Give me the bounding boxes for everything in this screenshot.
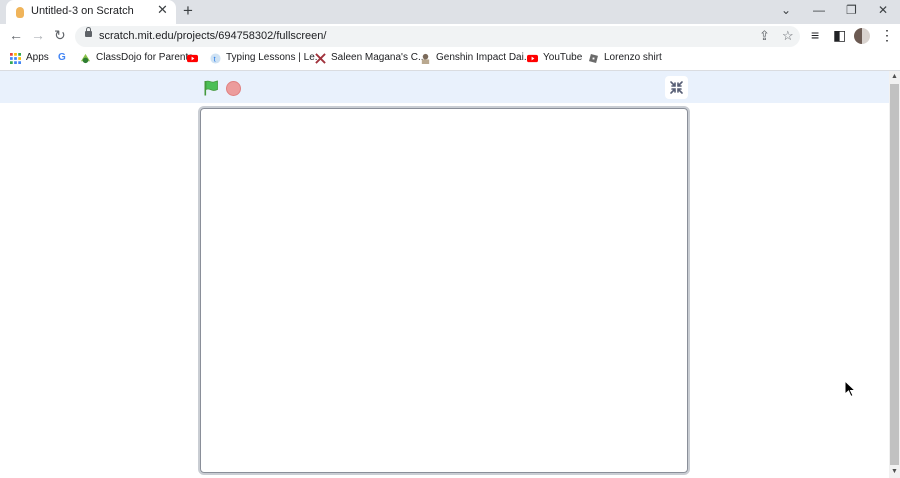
- typing-icon: t: [210, 53, 221, 64]
- bookmarks-bar: Apps G ClassDojo for Parents t Typing Le…: [0, 49, 900, 71]
- browser-tab[interactable]: Untitled-3 on Scratch ✕: [6, 0, 176, 24]
- bookmark-star-icon[interactable]: ☆: [782, 28, 794, 44]
- apps-grid-icon: [10, 53, 21, 64]
- mouse-cursor-icon: [844, 380, 857, 398]
- back-button[interactable]: ←: [9, 27, 23, 43]
- share-icon[interactable]: ⇪: [759, 28, 770, 44]
- bookmark-apps[interactable]: Apps: [26, 52, 49, 63]
- bookmark-saleen[interactable]: Saleen Magana's C...: [331, 52, 426, 63]
- genshin-icon: [421, 53, 430, 64]
- tab-close-icon[interactable]: ✕: [157, 2, 168, 18]
- forward-button[interactable]: →: [31, 27, 45, 43]
- svg-text:t: t: [214, 54, 216, 63]
- page-scrollbar[interactable]: ▲ ▼: [889, 71, 900, 478]
- scroll-up-icon[interactable]: ▲: [891, 73, 898, 80]
- browser-toolbar: ← → ↻ scratch.mit.edu/projects/694758302…: [0, 24, 900, 49]
- exit-fullscreen-button[interactable]: [665, 76, 688, 99]
- bookmark-classdojo[interactable]: ClassDojo for Parents: [96, 52, 193, 63]
- stage-header: [0, 71, 889, 103]
- google-icon[interactable]: G: [58, 52, 66, 63]
- restore-button[interactable]: ❐: [846, 3, 857, 17]
- bookmark-genshin[interactable]: Genshin Impact Dai...: [436, 52, 532, 63]
- side-panel-icon[interactable]: ◧: [833, 27, 846, 44]
- stage-canvas[interactable]: [200, 108, 688, 473]
- bookmark-youtube[interactable]: YouTube: [543, 52, 582, 63]
- minimize-button[interactable]: —: [813, 3, 825, 17]
- exit-fullscreen-icon: [670, 81, 683, 94]
- bookmark-typing-lessons[interactable]: Typing Lessons | Le...: [226, 52, 323, 63]
- youtube-icon[interactable]: [187, 53, 198, 64]
- profile-avatar[interactable]: [854, 28, 870, 44]
- reload-button[interactable]: ↻: [54, 27, 66, 44]
- tab-search-icon[interactable]: ⌄: [781, 3, 791, 17]
- tab-title: Untitled-3 on Scratch: [31, 5, 134, 17]
- stop-sign-icon[interactable]: [226, 81, 241, 96]
- roblox-icon: [589, 54, 598, 63]
- menu-icon[interactable]: ⋮: [880, 27, 894, 44]
- close-window-button[interactable]: ✕: [878, 3, 888, 17]
- tab-strip: Untitled-3 on Scratch ✕ + ⌄ — ❐ ✕: [0, 0, 900, 24]
- lock-icon: [85, 27, 92, 37]
- address-bar[interactable]: scratch.mit.edu/projects/694758302/fulls…: [75, 26, 800, 47]
- youtube-icon: [527, 54, 538, 63]
- bookmark-lorenzo-shirt[interactable]: Lorenzo shirt: [604, 52, 662, 63]
- classdojo-icon: [80, 53, 91, 64]
- new-tab-button[interactable]: +: [183, 1, 193, 21]
- scratch-favicon-icon: [16, 7, 24, 18]
- scroll-down-icon[interactable]: ▼: [891, 468, 898, 475]
- x-logo-icon: [315, 53, 326, 64]
- green-flag-icon[interactable]: [203, 80, 219, 96]
- scratch-stage[interactable]: [198, 106, 690, 475]
- scrollbar-thumb[interactable]: [890, 84, 899, 465]
- url-text[interactable]: scratch.mit.edu/projects/694758302/fulls…: [99, 30, 326, 42]
- reading-list-icon[interactable]: ≡: [811, 27, 819, 43]
